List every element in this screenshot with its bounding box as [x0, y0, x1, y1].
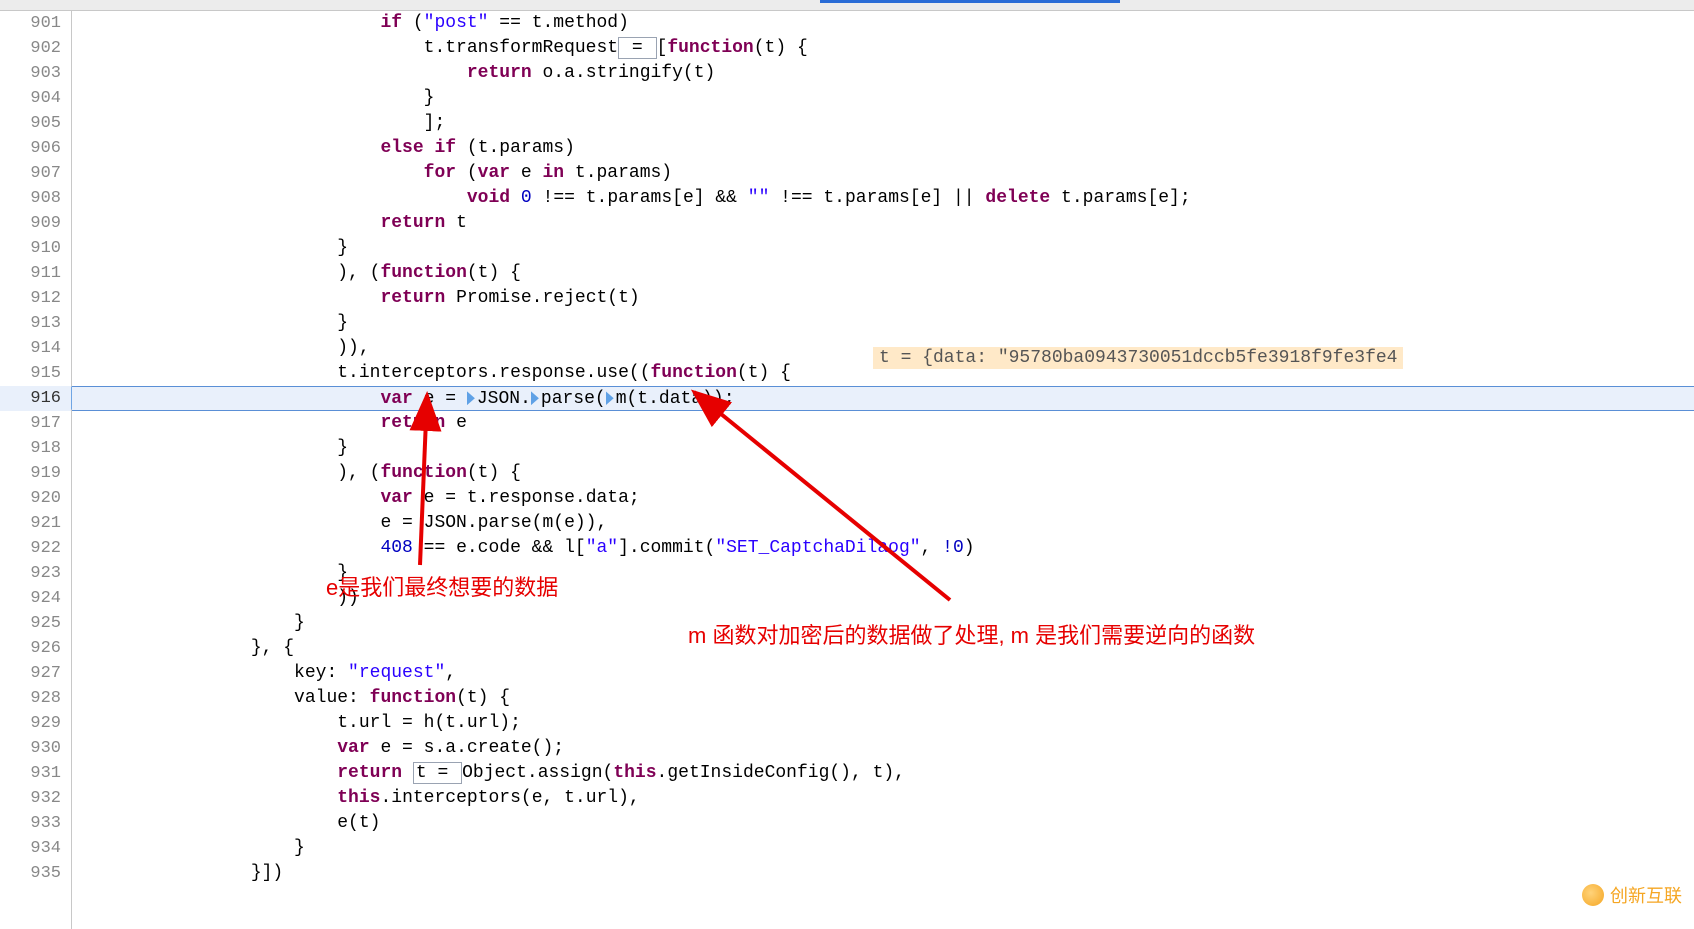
watermark-icon [1582, 884, 1604, 906]
line-number[interactable]: 923 [0, 561, 71, 586]
watermark-text: 创新互联 [1610, 882, 1682, 908]
code-area[interactable]: if ("post" == t.method) t.transformReque… [72, 11, 1694, 929]
line-number[interactable]: 917 [0, 411, 71, 436]
line-number[interactable]: 925 [0, 611, 71, 636]
inline-eval-badge: t = {data: "95780ba0943730051dccb5fe3918… [873, 347, 1403, 369]
code-line[interactable]: ), (function(t) { [72, 461, 1694, 486]
code-line[interactable]: } [72, 86, 1694, 111]
line-number[interactable]: 902 [0, 36, 71, 61]
line-number[interactable]: 901 [0, 11, 71, 36]
code-line[interactable]: e(t) [72, 811, 1694, 836]
code-line[interactable]: } [72, 611, 1694, 636]
line-number[interactable]: 904 [0, 86, 71, 111]
line-number[interactable]: 914 [0, 336, 71, 361]
line-number[interactable]: 908 [0, 186, 71, 211]
line-number[interactable]: 927 [0, 661, 71, 686]
code-line[interactable]: } [72, 836, 1694, 861]
line-number[interactable]: 912 [0, 286, 71, 311]
code-line[interactable]: key: "request", [72, 661, 1694, 686]
line-number[interactable]: 906 [0, 136, 71, 161]
code-line[interactable]: t.url = h(t.url); [72, 711, 1694, 736]
code-line[interactable]: for (var e in t.params) [72, 161, 1694, 186]
line-number[interactable]: 932 [0, 786, 71, 811]
code-line[interactable]: t.transformRequest = [function(t) { [72, 36, 1694, 61]
line-number[interactable]: 926 [0, 636, 71, 661]
line-number[interactable]: 933 [0, 811, 71, 836]
code-line[interactable]: return t = Object.assign(this.getInsideC… [72, 761, 1694, 786]
code-line[interactable]: } [72, 311, 1694, 336]
line-number[interactable]: 915 [0, 361, 71, 386]
code-line[interactable]: } [72, 561, 1694, 586]
line-number[interactable]: 920 [0, 486, 71, 511]
code-line[interactable]: ]; [72, 111, 1694, 136]
code-line[interactable]: if ("post" == t.method) [72, 11, 1694, 36]
line-number[interactable]: 903 [0, 61, 71, 86]
code-line[interactable]: ), (function(t) { [72, 261, 1694, 286]
code-line[interactable]: } [72, 436, 1694, 461]
code-line[interactable]: else if (t.params) [72, 136, 1694, 161]
line-number[interactable]: 929 [0, 711, 71, 736]
code-line[interactable]: )) [72, 586, 1694, 611]
line-number[interactable]: 918 [0, 436, 71, 461]
code-line[interactable]: var e = s.a.create(); [72, 736, 1694, 761]
code-line[interactable]: var e = JSON.parse(m(t.data)); [72, 386, 1694, 411]
line-number[interactable]: 928 [0, 686, 71, 711]
code-line[interactable]: e = JSON.parse(m(e)), [72, 511, 1694, 536]
line-number[interactable]: 907 [0, 161, 71, 186]
watermark: 创新互联 [1582, 882, 1682, 908]
code-line[interactable]: 408 == e.code && l["a"].commit("SET_Capt… [72, 536, 1694, 561]
line-number[interactable]: 924 [0, 586, 71, 611]
code-line[interactable]: }, { [72, 636, 1694, 661]
line-number[interactable]: 934 [0, 836, 71, 861]
line-number-gutter[interactable]: 9019029039049059069079089099109119129139… [0, 11, 72, 929]
code-line[interactable]: } [72, 236, 1694, 261]
line-number[interactable]: 922 [0, 536, 71, 561]
code-line[interactable]: return Promise.reject(t) [72, 286, 1694, 311]
code-line[interactable]: void 0 !== t.params[e] && "" !== t.param… [72, 186, 1694, 211]
line-number[interactable]: 916 [0, 386, 71, 411]
code-line[interactable]: this.interceptors(e, t.url), [72, 786, 1694, 811]
line-number[interactable]: 911 [0, 261, 71, 286]
line-number[interactable]: 910 [0, 236, 71, 261]
active-tab-indicator [820, 0, 1120, 3]
line-number[interactable]: 930 [0, 736, 71, 761]
code-line[interactable]: return e [72, 411, 1694, 436]
toolbar-strip [0, 0, 1694, 11]
line-number[interactable]: 919 [0, 461, 71, 486]
line-number[interactable]: 913 [0, 311, 71, 336]
code-line[interactable]: return t [72, 211, 1694, 236]
line-number[interactable]: 905 [0, 111, 71, 136]
line-number[interactable]: 935 [0, 861, 71, 886]
code-line[interactable]: return o.a.stringify(t) [72, 61, 1694, 86]
line-number[interactable]: 931 [0, 761, 71, 786]
code-line[interactable]: value: function(t) { [72, 686, 1694, 711]
code-line[interactable]: }]) [72, 861, 1694, 886]
code-editor[interactable]: 9019029039049059069079089099109119129139… [0, 11, 1694, 929]
line-number[interactable]: 921 [0, 511, 71, 536]
code-line[interactable]: var e = t.response.data; [72, 486, 1694, 511]
line-number[interactable]: 909 [0, 211, 71, 236]
